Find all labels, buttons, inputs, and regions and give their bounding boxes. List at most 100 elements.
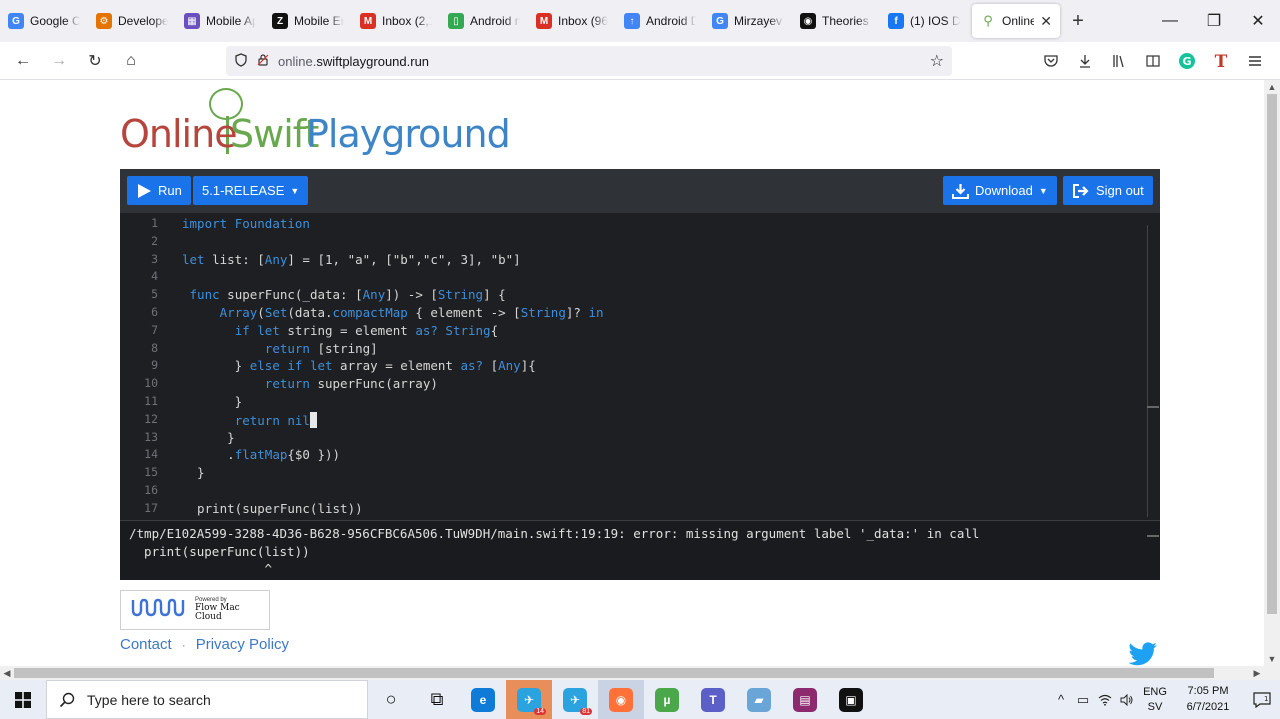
maximize-button[interactable]: ❐ <box>1192 0 1236 42</box>
browser-tab[interactable]: Z Mobile En <box>264 4 352 38</box>
twitter-icon[interactable] <box>1128 642 1158 666</box>
site-logo[interactable]: Online Swift Playground <box>120 86 511 156</box>
taskbar-app-button[interactable]: ◉ <box>598 680 644 719</box>
scroll-up-arrow-icon[interactable]: ▲ <box>1264 80 1280 94</box>
run-button[interactable]: Run <box>127 176 191 205</box>
reload-button[interactable]: ↻ <box>78 46 112 76</box>
page-horizontal-scrollbar[interactable]: ◀ ▶ <box>0 666 1264 680</box>
line-number: 5 <box>151 287 158 302</box>
browser-tab-active[interactable]: ⚲ Online ✕ <box>972 4 1060 38</box>
scroll-right-arrow-icon[interactable]: ▶ <box>1250 666 1264 680</box>
browser-tab[interactable]: ↑ Android D <box>616 4 704 38</box>
tab-title: Mobile En <box>294 14 344 28</box>
minimize-button[interactable]: — <box>1148 0 1192 42</box>
back-button[interactable]: ← <box>6 46 40 76</box>
forward-button[interactable]: → <box>42 46 76 76</box>
taskbar-app-button[interactable]: ▣ <box>828 680 874 719</box>
vertical-scroll-thumb[interactable] <box>1267 94 1277 614</box>
close-tab-icon[interactable]: ✕ <box>1040 13 1052 30</box>
gmail-icon: M <box>536 13 552 29</box>
code-line[interactable]: return nil <box>182 411 317 428</box>
horizontal-scroll-thumb[interactable] <box>14 668 1214 678</box>
flow-mac-cloud-badge[interactable]: Powered by Flow Mac Cloud <box>120 590 270 630</box>
console-line: ^ <box>129 561 272 576</box>
code-line[interactable]: func superFunc(_data: [Any]) -> [String]… <box>182 287 506 302</box>
browser-tab[interactable]: ▦ Mobile Ap <box>176 4 264 38</box>
reader-view-icon[interactable] <box>1136 46 1170 76</box>
library-icon[interactable] <box>1102 46 1136 76</box>
sign-out-button[interactable]: Sign out <box>1063 176 1153 205</box>
browser-tab[interactable]: ◉ Theories b <box>792 4 880 38</box>
chevron-up-icon[interactable]: ^ <box>1050 680 1072 719</box>
code-line[interactable]: import Foundation <box>182 216 310 231</box>
browser-tab[interactable]: ⚙ Developer <box>88 4 176 38</box>
taskbar-app-button[interactable]: ○ <box>368 680 414 719</box>
footer-separator: · <box>181 637 186 652</box>
language-indicator[interactable]: ENG SV <box>1138 685 1172 715</box>
scroll-left-arrow-icon[interactable]: ◀ <box>0 666 14 680</box>
code-line[interactable]: } <box>182 430 235 445</box>
taskbar-app-button[interactable]: ✈ 14 <box>506 680 552 719</box>
start-button[interactable] <box>0 680 46 719</box>
notification-center-icon[interactable]: 1 <box>1244 680 1280 719</box>
download-icon <box>952 183 969 199</box>
code-line[interactable]: return superFunc(array) <box>182 376 438 391</box>
taskbar-app-button[interactable]: ✈ 81 <box>552 680 598 719</box>
code-line[interactable]: } <box>182 394 243 409</box>
browser-tab[interactable]: M Inbox (2,1 <box>352 4 440 38</box>
volume-icon[interactable] <box>1116 680 1138 719</box>
tab-title: Mirzayev <box>734 14 783 28</box>
grammarly-icon[interactable]: G <box>1170 46 1204 76</box>
version-dropdown[interactable]: 5.1-RELEASE ▼ <box>193 176 309 205</box>
tab-title: Inbox (2,1 <box>382 14 432 28</box>
lock-icon[interactable] <box>256 53 270 70</box>
code-line[interactable]: let list: [Any] = [1, "a", ["b","c", 3],… <box>182 252 521 267</box>
browser-tab[interactable]: f (1) IOS De <box>880 4 968 38</box>
browser-tab[interactable]: M Inbox (96 <box>528 4 616 38</box>
code-line[interactable]: Array(Set(data.compactMap { element -> [… <box>182 305 604 320</box>
code-line[interactable]: .flatMap{$0 })) <box>182 447 340 462</box>
translate-icon[interactable]: T <box>1204 46 1238 76</box>
shield-icon[interactable] <box>234 52 248 70</box>
line-number: 10 <box>144 376 158 391</box>
url-bar[interactable]: online.swiftplayground.run ☆ <box>226 46 952 76</box>
taskbar-clock[interactable]: 7:05 PM 6/7/2021 <box>1172 684 1244 715</box>
page-vertical-scrollbar[interactable]: ▲ ▼ <box>1264 80 1280 666</box>
download-dropdown[interactable]: Download ▼ <box>943 176 1057 205</box>
code-line[interactable]: } <box>182 465 205 480</box>
browser-tab[interactable]: G Google C <box>0 4 88 38</box>
logo-word-online: Online <box>120 112 238 156</box>
pocket-icon[interactable] <box>1034 46 1068 76</box>
winrar-icon: ▤ <box>793 687 817 712</box>
url-text[interactable]: online.swiftplayground.run <box>278 54 922 69</box>
contact-link[interactable]: Contact <box>120 636 172 653</box>
code-line[interactable]: return [string] <box>182 341 378 356</box>
taskbar-app-button[interactable]: ▤ <box>782 680 828 719</box>
taskbar-app-button[interactable]: T <box>690 680 736 719</box>
code-line[interactable]: print(superFunc(list)) <box>182 501 363 516</box>
new-tab-button[interactable]: + <box>1060 4 1096 38</box>
close-window-button[interactable]: ✕ <box>1236 0 1280 42</box>
bookmark-star-icon[interactable]: ☆ <box>930 51 944 71</box>
code-editor-panel: Run 5.1-RELEASE ▼ Download ▼ Sign out 12… <box>120 169 1160 580</box>
scroll-down-arrow-icon[interactable]: ▼ <box>1264 652 1280 666</box>
taskbar-search-box[interactable]: Type here to search <box>46 680 368 719</box>
code-area[interactable]: 1 2 3 4 5 6 7 8 9 10 11 12 13 14 15 16 17 import Foundat… <box>120 213 1160 520</box>
taskbar-app-button[interactable]: ⧉ <box>414 680 460 719</box>
code-line[interactable]: } else if let array = element as? [Any]{ <box>182 358 536 373</box>
scroll-corner <box>1264 666 1280 680</box>
code-line[interactable]: if let string = element as? String{ <box>182 323 498 338</box>
home-button[interactable]: ⌂ <box>114 46 148 76</box>
taskbar-app-button[interactable]: µ <box>644 680 690 719</box>
privacy-policy-link[interactable]: Privacy Policy <box>196 636 289 653</box>
browser-tab[interactable]: ▯ Android n <box>440 4 528 38</box>
download-icon[interactable] <box>1068 46 1102 76</box>
browser-tab[interactable]: G Mirzayev <box>704 4 792 38</box>
wifi-icon[interactable] <box>1094 680 1116 719</box>
code-scrollbar[interactable] <box>1147 225 1148 517</box>
menu-icon[interactable] <box>1238 46 1272 76</box>
taskbar-app-button[interactable]: ▰ <box>736 680 782 719</box>
taskbar-app-button[interactable]: e <box>460 680 506 719</box>
network-device-icon[interactable]: ▭ <box>1072 680 1094 719</box>
logo-word-playground: Playground <box>306 112 511 156</box>
